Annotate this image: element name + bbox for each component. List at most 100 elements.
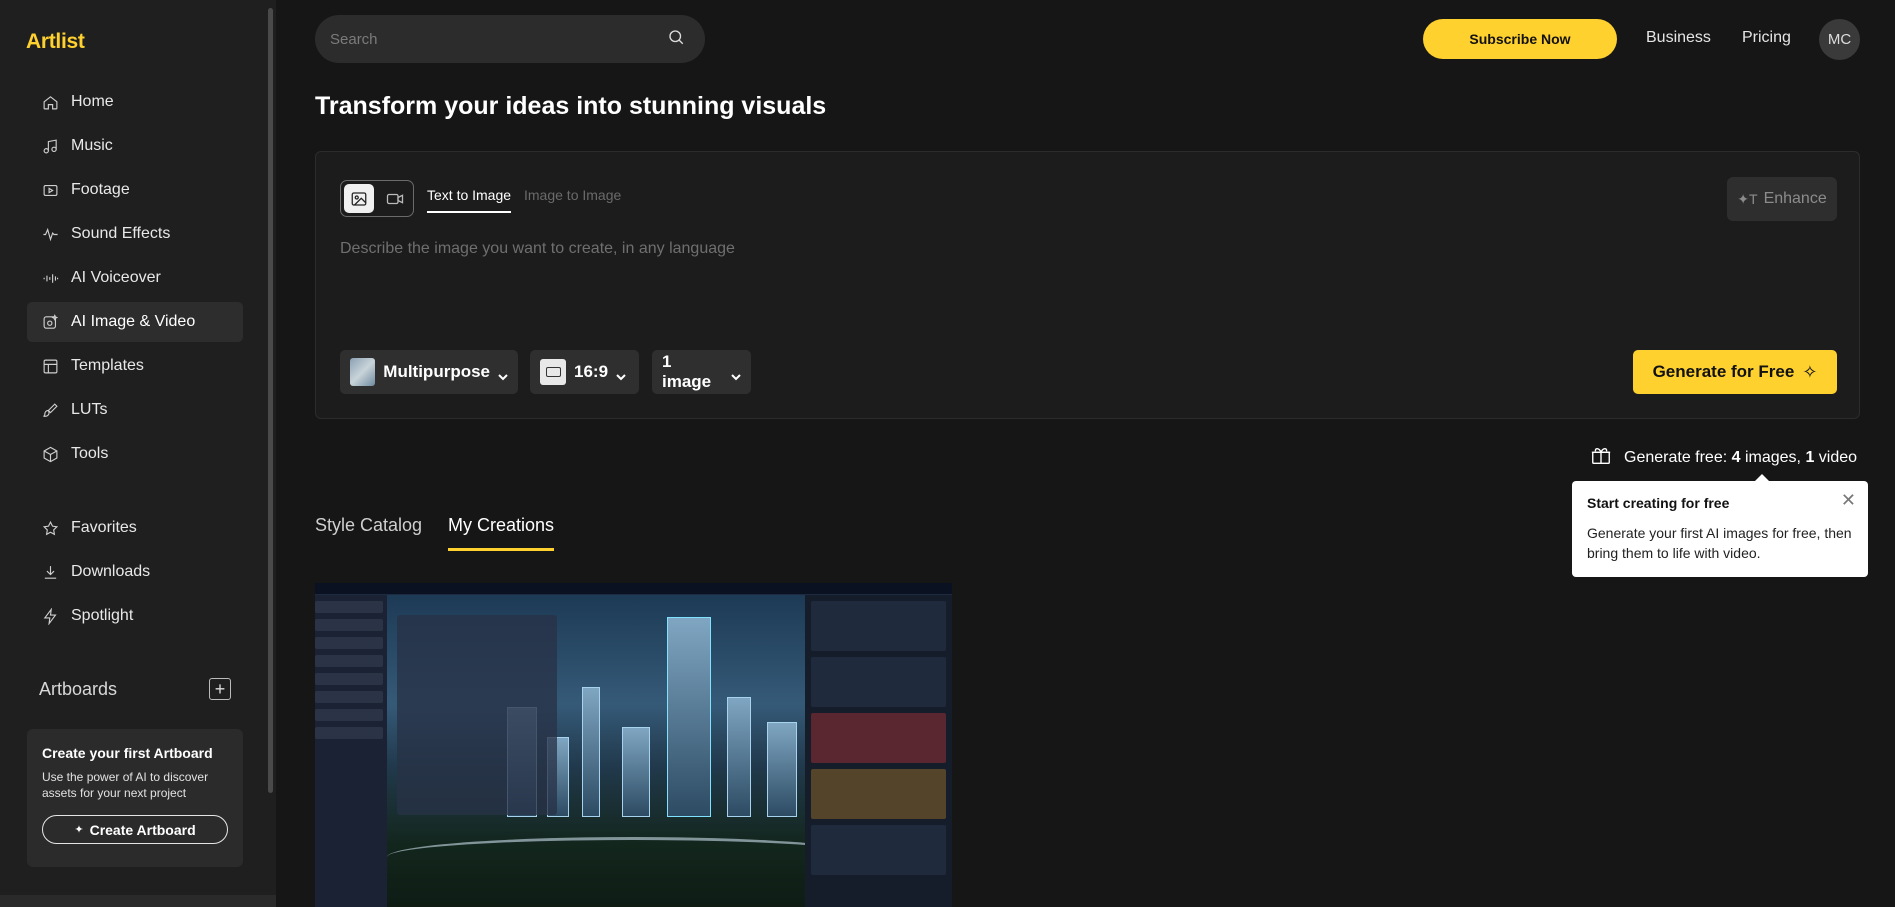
generator-panel: Text to Image Image to Image ✦T Enhance … xyxy=(315,151,1860,419)
aspect-ratio-icon xyxy=(540,359,566,385)
plus-icon: + xyxy=(214,679,226,699)
footage-icon xyxy=(41,181,59,199)
page-title: Transform your ideas into stunning visua… xyxy=(315,92,827,120)
cube-icon xyxy=(41,445,59,463)
waveform-icon xyxy=(41,225,59,243)
tab-style-catalog[interactable]: Style Catalog xyxy=(315,515,422,536)
sidebar-item-label: Templates xyxy=(71,357,144,374)
image-count-label: 1 image xyxy=(662,352,712,391)
chevron-down-icon xyxy=(498,367,508,381)
image-icon xyxy=(351,191,367,206)
brush-icon xyxy=(41,401,59,419)
tooltip-text: Generate your first AI images for free, … xyxy=(1587,525,1852,561)
sidebar-item-label: Favorites xyxy=(71,519,137,536)
video-icon xyxy=(386,193,404,204)
free-tooltip: ✕ Start creating for free Generate your … xyxy=(1572,474,1868,577)
free-images-count: 4 xyxy=(1731,448,1741,466)
artboards-header: Artboards + xyxy=(39,678,231,700)
sidebar: Artlist Home Music Footage Sound Effects… xyxy=(0,0,276,907)
avatar[interactable]: MC xyxy=(1819,19,1860,60)
aspect-ratio-label: 16:9 xyxy=(574,362,609,381)
sidebar-item-templates[interactable]: Templates xyxy=(27,346,243,386)
sidebar-bottom-bar xyxy=(0,895,276,907)
artboards-label: Artboards xyxy=(39,678,118,699)
voice-icon xyxy=(41,269,59,287)
sidebar-item-home[interactable]: Home xyxy=(27,82,243,122)
generate-button[interactable]: Generate for Free ✧ xyxy=(1633,350,1837,394)
model-thumbnail xyxy=(350,358,376,386)
sidebar-item-label: Sound Effects xyxy=(71,225,171,242)
sidebar-item-sound-effects[interactable]: Sound Effects xyxy=(27,214,243,254)
sidebar-item-downloads[interactable]: Downloads xyxy=(27,552,243,592)
chevron-down-icon xyxy=(731,367,741,381)
search-bar xyxy=(315,15,705,63)
artboard-card-title: Create your first Artboard xyxy=(42,745,213,761)
sidebar-item-tools[interactable]: Tools xyxy=(27,434,243,474)
sidebar-item-ai-image-video[interactable]: AI Image & Video xyxy=(27,302,243,342)
search-icon[interactable] xyxy=(667,28,685,51)
artboard-card-text: Use the power of AI to discover assets f… xyxy=(42,770,209,800)
sparkle-icon: ✧ xyxy=(1802,361,1818,382)
sidebar-secondary-nav: Favorites Downloads Spotlight xyxy=(27,508,243,640)
sidebar-item-music[interactable]: Music xyxy=(27,126,243,166)
image-mode-button[interactable] xyxy=(344,184,374,213)
add-artboard-button[interactable]: + xyxy=(209,678,231,700)
pricing-link[interactable]: Pricing xyxy=(1742,29,1791,47)
home-icon xyxy=(41,93,59,111)
music-icon xyxy=(41,137,59,155)
model-select[interactable]: Multipurpose xyxy=(340,350,518,394)
sidebar-item-label: LUTs xyxy=(71,401,108,418)
free-images-word: images, xyxy=(1740,448,1806,466)
tab-text-to-image[interactable]: Text to Image xyxy=(427,187,512,213)
prompt-input[interactable] xyxy=(340,240,1640,258)
thumbnail-right-panel xyxy=(805,595,952,907)
free-video-word: video xyxy=(1814,448,1858,466)
artlist-logo[interactable]: Artlist xyxy=(26,30,85,54)
thumbnail-city-scene xyxy=(387,595,877,907)
tab-my-creations[interactable]: My Creations xyxy=(448,515,555,551)
close-icon[interactable]: ✕ xyxy=(1841,491,1856,509)
business-link[interactable]: Business xyxy=(1646,29,1711,47)
free-generations-info: Generate free: 4 images, 1 video xyxy=(1590,444,1857,471)
create-artboard-button[interactable]: ✦ Create Artboard xyxy=(42,815,228,844)
sidebar-item-label: Downloads xyxy=(71,563,151,580)
generate-label: Generate for Free xyxy=(1652,362,1795,381)
search-input[interactable] xyxy=(330,30,667,48)
sidebar-item-luts[interactable]: LUTs xyxy=(27,390,243,430)
tab-image-to-image[interactable]: Image to Image xyxy=(524,187,621,203)
enhance-button[interactable]: ✦T Enhance xyxy=(1727,177,1837,221)
sidebar-item-label: Tools xyxy=(71,445,109,462)
creation-thumbnail[interactable] xyxy=(315,583,952,907)
star-icon xyxy=(41,519,59,537)
thumbnail-topbar xyxy=(315,583,952,595)
bolt-icon xyxy=(41,607,59,625)
model-label: Multipurpose xyxy=(383,362,490,381)
sidebar-item-spotlight[interactable]: Spotlight xyxy=(27,596,243,636)
enhance-icon: ✦T xyxy=(1737,190,1758,207)
free-prefix: Generate free: xyxy=(1624,448,1732,466)
media-type-toggle xyxy=(340,180,414,217)
image-count-select[interactable]: 1 image xyxy=(652,350,751,394)
sidebar-item-label: Footage xyxy=(71,181,130,198)
sidebar-item-label: Spotlight xyxy=(71,607,134,624)
gift-icon xyxy=(1590,444,1612,471)
sidebar-item-label: Home xyxy=(71,93,114,110)
sidebar-scrollbar[interactable] xyxy=(268,8,273,793)
video-mode-button[interactable] xyxy=(380,184,410,213)
templates-icon xyxy=(41,357,59,375)
sidebar-nav: Home Music Footage Sound Effects AI Voic… xyxy=(27,82,243,478)
sidebar-item-ai-voiceover[interactable]: AI Voiceover xyxy=(27,258,243,298)
tooltip-title: Start creating for free xyxy=(1587,495,1730,511)
artboard-promo-card: Create your first Artboard Use the power… xyxy=(27,729,243,867)
download-icon xyxy=(41,563,59,581)
sidebar-item-footage[interactable]: Footage xyxy=(27,170,243,210)
sparkle-icon: ✦ xyxy=(74,824,84,836)
sidebar-item-label: AI Voiceover xyxy=(71,269,161,286)
ai-image-icon xyxy=(41,313,59,331)
enhance-label: Enhance xyxy=(1763,190,1827,207)
aspect-ratio-select[interactable]: 16:9 xyxy=(530,350,639,394)
subscribe-button[interactable]: Subscribe Now xyxy=(1423,19,1617,59)
thumbnail-overlay-panel xyxy=(397,615,557,815)
sidebar-item-favorites[interactable]: Favorites xyxy=(27,508,243,548)
sidebar-item-label: AI Image & Video xyxy=(71,313,196,330)
